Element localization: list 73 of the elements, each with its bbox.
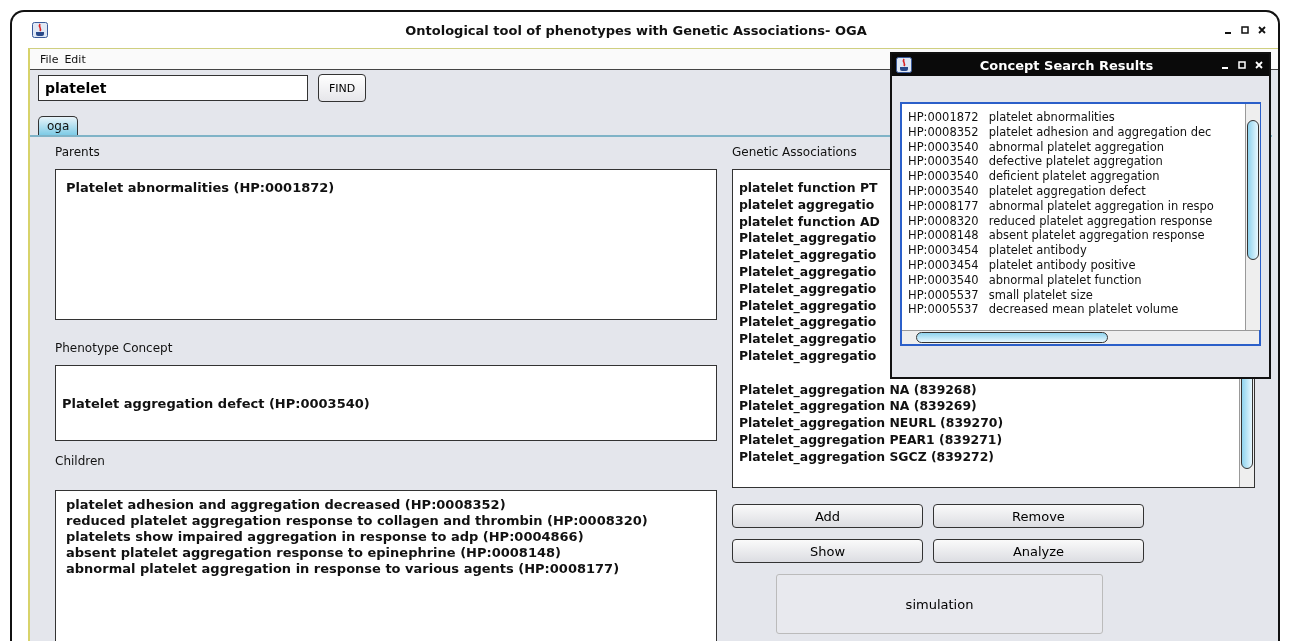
concept-text: Platelet aggregation defect (HP:0003540) <box>62 395 370 411</box>
list-item: reduced platelet aggregation response to collagen and thrombin (HP:0008320) <box>66 513 648 529</box>
list-item: Platelet abnormalities (HP:0001872) <box>66 180 335 195</box>
tab[interactable]: oga <box>38 116 79 135</box>
list-item: absent platelet aggregation response to epinephrine (HP:0008148) <box>66 545 561 561</box>
concept-id[interactable]: HP:0001872 <box>908 110 979 125</box>
scrollbar[interactable] <box>1245 104 1260 330</box>
window-title: Concept Search Results <box>978 57 1155 73</box>
list-item[interactable]: Platelet_aggregation SGCZ (839272) <box>739 448 994 466</box>
concept-id[interactable]: HP:0003540 <box>908 272 979 288</box>
concept-term[interactable]: deficient platelet aggregation <box>988 169 1160 184</box>
action-button[interactable]: Add <box>732 504 923 528</box>
list-item[interactable]: Platelet_aggregation NEURL (839270) <box>739 415 1004 432</box>
simulation-button[interactable]: simulation <box>776 574 1103 634</box>
concept-id[interactable]: HP:0008148 <box>908 228 979 244</box>
window-title: Ontological tool of phenotypes with Genetic Associations- OGA <box>404 22 868 38</box>
concept-id[interactable]: HP:0008352 <box>908 124 979 140</box>
concept-id[interactable]: HP:0003540 <box>908 154 979 170</box>
section-label: Children <box>55 454 105 470</box>
concept-id[interactable]: HP:0003454 <box>908 243 979 258</box>
scrollbar[interactable] <box>902 330 1259 344</box>
action-button[interactable]: Analyze <box>933 539 1144 563</box>
close-icon[interactable] <box>1258 26 1266 34</box>
list-item[interactable]: Platelet_aggregatio <box>739 331 877 348</box>
list-item[interactable]: Platelet_aggregatio <box>739 230 877 248</box>
find-button[interactable]: FIND <box>318 74 367 102</box>
concept-term[interactable]: platelet abnormalities <box>988 110 1115 125</box>
list-item[interactable]: Platelet_aggregatio <box>739 297 877 315</box>
concept-id[interactable]: HP:0008320 <box>908 213 979 229</box>
section-label: Genetic Associations <box>732 145 857 161</box>
section-label: Parents <box>55 145 100 161</box>
list-item[interactable]: Platelet_aggregatio <box>739 347 877 365</box>
action-button[interactable]: Show <box>732 539 923 563</box>
list-item[interactable]: Platelet_aggregatio <box>739 280 877 298</box>
concept-term[interactable]: small platelet size <box>988 287 1093 303</box>
concept-id[interactable]: HP:0005537 <box>908 287 979 303</box>
menu-item[interactable]: Edit <box>64 52 86 66</box>
java-icon <box>896 57 912 73</box>
list-item[interactable]: platelet aggregatio <box>739 196 875 214</box>
action-button[interactable]: Remove <box>933 504 1144 528</box>
concept-term[interactable]: platelet antibody <box>988 243 1087 258</box>
concept-id[interactable]: HP:0003540 <box>908 169 979 184</box>
concept-term[interactable]: defective platelet aggregation <box>988 154 1163 170</box>
list-item[interactable]: platelet function PT <box>739 180 878 197</box>
concept-term[interactable]: decreased mean platelet volume <box>988 302 1179 318</box>
concept-term[interactable]: platelet aggregation defect <box>988 184 1146 199</box>
list-item[interactable]: Platelet_aggregatio <box>739 264 877 281</box>
concept-term[interactable]: platelet antibody positive <box>988 257 1136 273</box>
menu-item[interactable]: File <box>40 52 59 66</box>
section-label: Phenotype Concept <box>55 341 173 357</box>
concept-term[interactable]: abnormal platelet aggregation in respo <box>988 198 1214 214</box>
list-item[interactable]: Platelet_aggregatio <box>739 314 877 332</box>
concept-term[interactable]: absent platelet aggregation response <box>988 228 1205 244</box>
list-item[interactable]: platelet function AD <box>739 213 880 231</box>
maximize-icon[interactable] <box>1241 26 1249 34</box>
concept-term[interactable]: abnormal platelet aggregation <box>988 139 1165 155</box>
list-item: platelet adhesion and aggregation decreased (HP:0008352) <box>66 497 506 513</box>
concept-id[interactable]: HP:0003540 <box>908 184 979 199</box>
list-item[interactable]: Platelet_aggregation PEAR1 (839271) <box>739 431 1003 449</box>
concept-id[interactable]: HP:0008177 <box>908 198 979 214</box>
concept-term[interactable]: platelet adhesion and aggregation dec <box>988 124 1212 140</box>
concept-id[interactable]: HP:0005537 <box>908 302 979 318</box>
list-item: abnormal platelet aggregation in response to various agents (HP:0008177) <box>66 561 620 577</box>
concept-term[interactable]: reduced platelet aggregation response <box>988 213 1213 229</box>
list-item: platelets show impaired aggregation in response to adp (HP:0004866) <box>66 529 584 545</box>
search-field[interactable]: platelet <box>38 75 308 101</box>
concept-id[interactable]: HP:0003540 <box>908 139 979 155</box>
concept-term[interactable]: abnormal platelet function <box>988 272 1142 288</box>
list-item[interactable]: Platelet_aggregation NA (839268) <box>739 381 977 399</box>
list-item[interactable]: Platelet_aggregation NA (839269) <box>739 398 977 416</box>
java-icon <box>32 22 48 38</box>
list-item[interactable]: Platelet_aggregatio <box>739 247 877 264</box>
concept-id[interactable]: HP:0003454 <box>908 257 979 273</box>
